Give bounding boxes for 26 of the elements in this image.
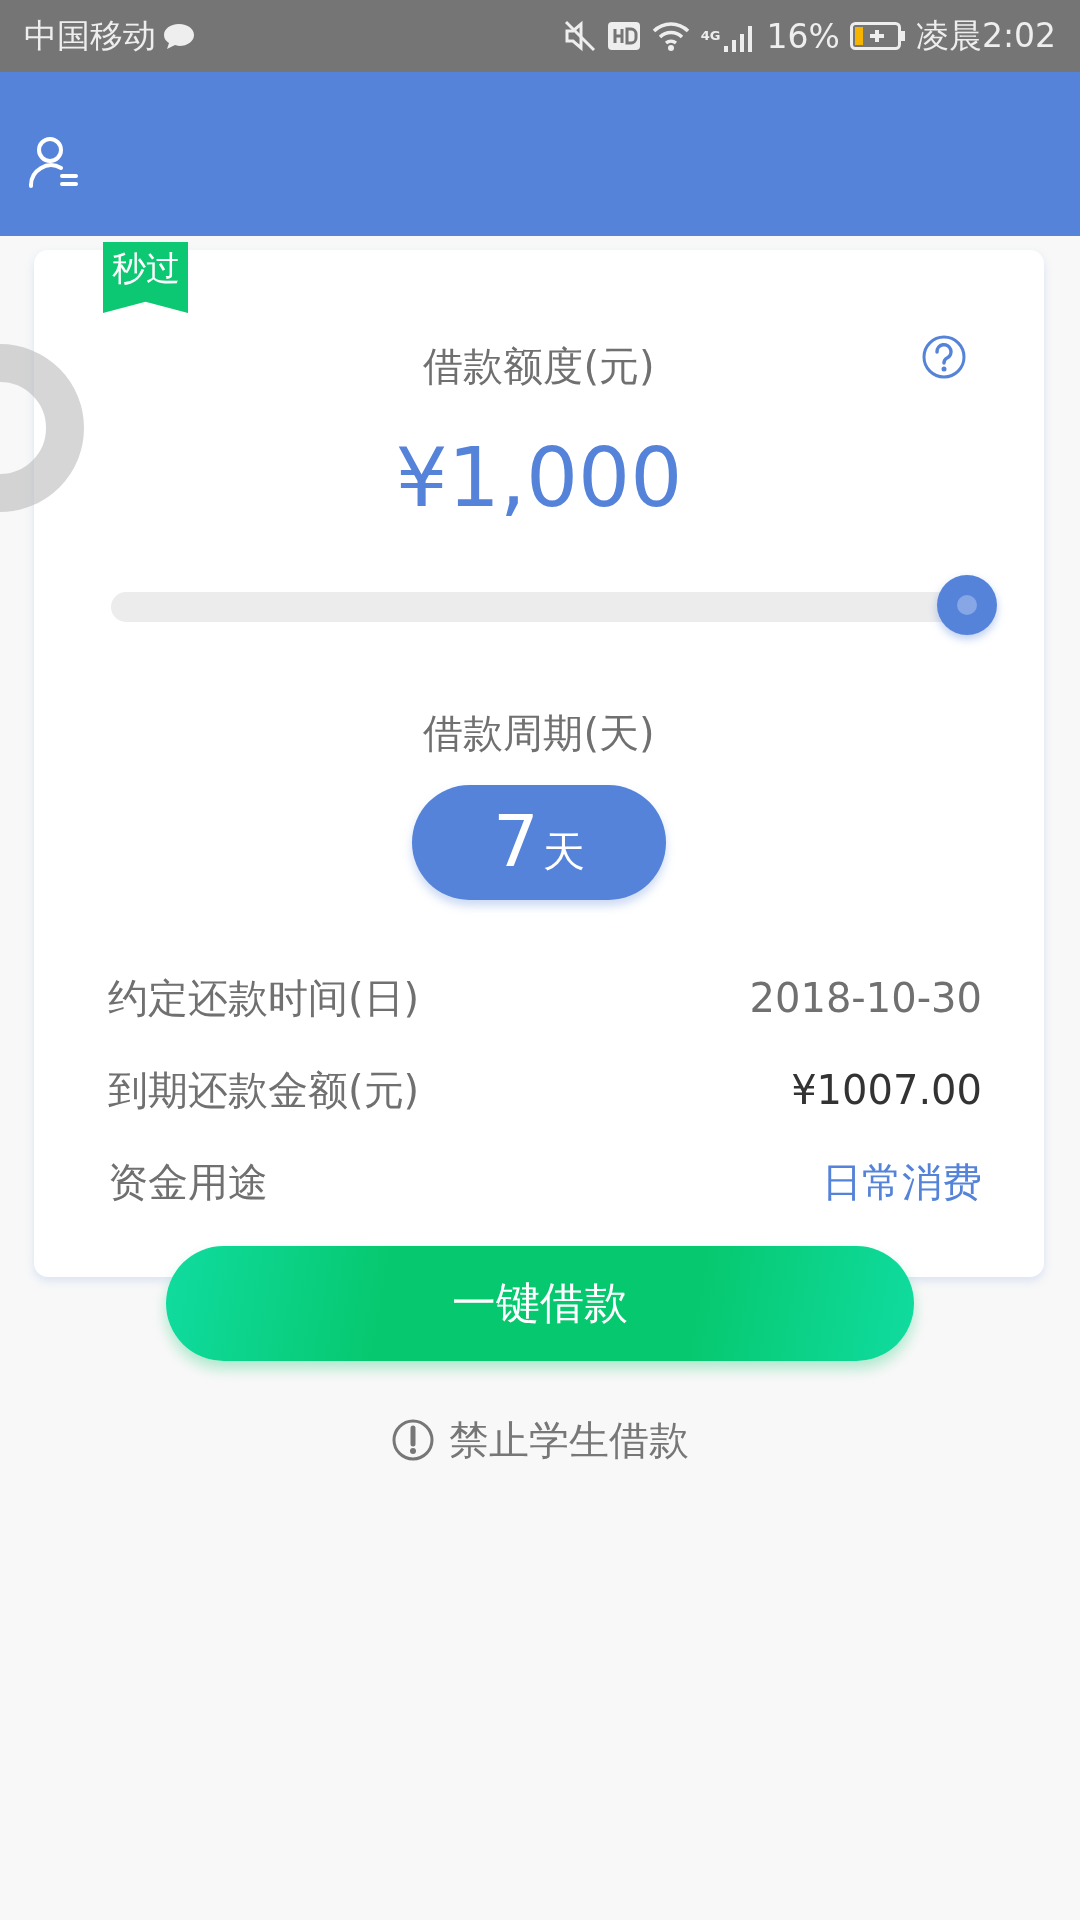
period-title: 借款周期(天) bbox=[423, 709, 655, 757]
row-value: 2018-10-30 bbox=[749, 974, 982, 1023]
slider-thumb[interactable] bbox=[937, 575, 997, 635]
purpose-selector[interactable]: 日常消费 bbox=[822, 1136, 982, 1228]
clock-time: 凌晨2:02 bbox=[915, 14, 1056, 57]
row-value: ¥1007.00 bbox=[791, 1066, 982, 1115]
help-icon[interactable] bbox=[921, 334, 967, 380]
wifi-icon bbox=[650, 20, 691, 52]
amount-slider[interactable] bbox=[111, 577, 997, 637]
amount-title: 借款额度(元) bbox=[423, 342, 655, 390]
row-label: 资金用途 bbox=[108, 1158, 268, 1207]
notice-text: 禁止学生借款 bbox=[449, 1416, 689, 1464]
loan-amount: ¥1,000 bbox=[395, 430, 683, 526]
chat-icon bbox=[162, 21, 196, 51]
warning-icon bbox=[391, 1418, 435, 1462]
mute-icon bbox=[562, 19, 597, 53]
carrier-name: 中国移动 bbox=[24, 14, 156, 57]
period-button[interactable]: 7 天 bbox=[412, 785, 666, 900]
row-label: 到期还款金额(元) bbox=[108, 1066, 420, 1115]
borrow-button[interactable]: 一键借款 bbox=[166, 1246, 914, 1361]
badge-label: 秒过 bbox=[103, 242, 188, 313]
row-label: 约定还款时间(日) bbox=[108, 974, 420, 1023]
battery-icon bbox=[849, 21, 906, 51]
battery-percent: 16% bbox=[766, 16, 840, 56]
hd-icon bbox=[606, 21, 641, 51]
network-label: 4G bbox=[700, 27, 721, 43]
